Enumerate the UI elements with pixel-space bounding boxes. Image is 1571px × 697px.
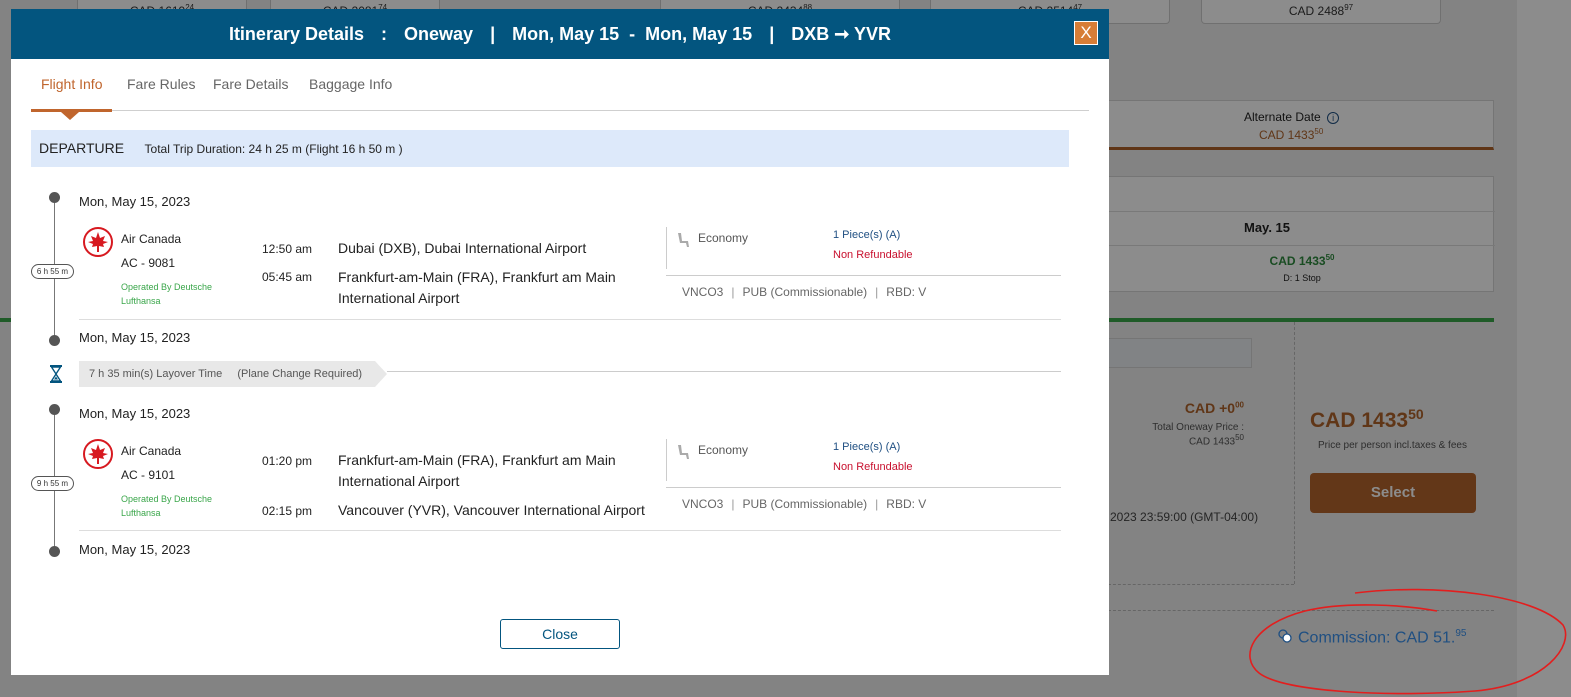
- departure-airport: Frankfurt-am-Main (FRA), Frankfurt am Ma…: [338, 452, 616, 489]
- airline-name: Air Canada: [121, 232, 182, 246]
- tab-fare-details[interactable]: Fare Details: [213, 76, 288, 92]
- active-tab-caret: [61, 112, 79, 120]
- trip-dates: Mon, May 15 - Mon, May 15: [512, 24, 753, 44]
- flight-segment: Air Canada AC - 9101 Operated By Deutsch…: [79, 439, 1061, 539]
- segment-duration: 9 h 55 m: [31, 476, 74, 491]
- modal-tabs: Flight Info Fare Rules Fare Details Bagg…: [31, 59, 1089, 120]
- itinerary-modal: Itinerary Details : Oneway | Mon, May 15…: [11, 9, 1109, 675]
- timeline-dot: [49, 335, 60, 346]
- departure-time: 12:50 am: [262, 242, 313, 256]
- modal-header: Itinerary Details : Oneway | Mon, May 15…: [11, 9, 1109, 59]
- segment-duration: 6 h 55 m: [31, 264, 74, 279]
- segment-date: Mon, May 15, 2023: [79, 330, 191, 345]
- fare-info: VNCO3 | PUB (Commissionable) | RBD: V: [682, 497, 927, 511]
- fare-info: VNCO3 | PUB (Commissionable) | RBD: V: [682, 285, 927, 299]
- departure-label: DEPARTURE: [39, 140, 125, 156]
- trip-type: Oneway: [404, 24, 474, 44]
- tab-flight-info[interactable]: Flight Info: [41, 76, 102, 92]
- commission-label: Commission: CAD 51.95: [1278, 628, 1467, 647]
- trip-duration: Total Trip Duration: 24 h 25 m (Flight 1…: [144, 142, 403, 156]
- arrival-time: 05:45 am: [262, 270, 313, 284]
- layover-info: 7 h 35 min(s) Layover Time (Plane Change…: [79, 361, 387, 387]
- close-button[interactable]: Close: [500, 619, 620, 649]
- close-icon-button[interactable]: X: [1074, 21, 1098, 45]
- flight-segment: Air Canada AC - 9081 Operated By Deutsch…: [79, 227, 1061, 327]
- tab-baggage-info[interactable]: Baggage Info: [309, 76, 392, 92]
- departure-bar: DEPARTURE Total Trip Duration: 24 h 25 m…: [31, 130, 1069, 167]
- seat-icon: [678, 445, 689, 459]
- operated-by: Operated By Deutsche Lufthansa: [121, 494, 213, 518]
- timeline-dot: [49, 404, 60, 415]
- departure-airport: Dubai (DXB), Dubai International Airport: [338, 240, 587, 256]
- timeline-dot: [49, 546, 60, 557]
- air-canada-logo-icon: [83, 227, 113, 257]
- timeline-dot: [49, 192, 60, 203]
- air-canada-logo-icon: [83, 439, 113, 469]
- segment-date: Mon, May 15, 2023: [79, 542, 191, 557]
- cabin-class: Economy: [698, 231, 749, 245]
- departure-time: 01:20 pm: [262, 454, 313, 468]
- flight-number: AC - 9081: [121, 256, 176, 270]
- refund-status: Non Refundable: [833, 249, 913, 261]
- seat-icon: [678, 233, 689, 247]
- cabin-class: Economy: [698, 443, 749, 457]
- modal-title: Itinerary Details: [228, 24, 364, 44]
- arrival-airport: Vancouver (YVR), Vancouver International…: [338, 502, 645, 518]
- operated-by: Operated By Deutsche Lufthansa: [121, 282, 213, 306]
- flight-number: AC - 9101: [121, 468, 176, 482]
- hourglass-icon: [50, 365, 62, 383]
- airline-name: Air Canada: [121, 444, 182, 458]
- refund-status: Non Refundable: [833, 461, 913, 473]
- baggage-allowance[interactable]: 1 Piece(s) (A): [833, 441, 900, 453]
- tab-fare-rules[interactable]: Fare Rules: [127, 76, 195, 92]
- arrival-airport: Frankfurt-am-Main (FRA), Frankfurt am Ma…: [338, 269, 616, 306]
- baggage-allowance[interactable]: 1 Piece(s) (A): [833, 229, 900, 241]
- segment-date: Mon, May 15, 2023: [79, 406, 191, 421]
- trip-route: DXB ➞ YVR: [791, 24, 892, 44]
- coins-icon: [1278, 629, 1292, 643]
- segment-date: Mon, May 15, 2023: [79, 194, 191, 209]
- arrival-time: 02:15 pm: [262, 504, 313, 518]
